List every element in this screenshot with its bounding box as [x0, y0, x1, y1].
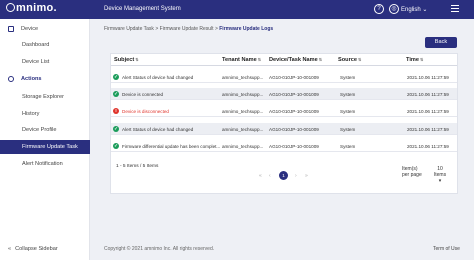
column-label: Tenant Name: [222, 57, 257, 63]
column-label: Subject: [114, 57, 135, 63]
table-row[interactable]: ! Device is disconnected amnimo_techsupp…: [111, 105, 457, 117]
page-button-current[interactable]: 1: [279, 171, 288, 180]
cell-tenant: amnimo_techsupp...: [222, 127, 264, 132]
terms-of-use-link[interactable]: Term of Use: [433, 246, 460, 252]
cell-tenant: amnimo_techsupp...: [222, 109, 264, 114]
table-row[interactable]: ✓ Alert Status of device had changed amn…: [111, 71, 457, 83]
logo-text: mnimo.: [16, 2, 57, 14]
collapse-label: Collapse Sidebar: [15, 246, 58, 252]
cell-time: 2021.10.06 11:27:59: [407, 144, 449, 149]
chevron-down-icon: ▾: [438, 178, 442, 184]
items-per-page-label: Item(s) per page: [402, 166, 422, 178]
sort-icon: ⇅: [257, 57, 262, 62]
success-icon: ✓: [113, 126, 119, 132]
sidebar-section-device[interactable]: Device: [0, 22, 90, 36]
cell-device: AG10-010JP-10-001009: [269, 75, 319, 80]
cell-source: System: [340, 144, 356, 149]
actions-icon: [8, 76, 14, 82]
success-icon: ✓: [113, 74, 119, 80]
cell-time: 2021.10.06 11:27:59: [407, 92, 449, 97]
success-icon: ✓: [113, 143, 119, 149]
language-label: English: [401, 7, 421, 13]
cell-source: System: [340, 127, 356, 132]
globe-icon[interactable]: ◎: [389, 4, 399, 14]
cell-subject: Firmware differential update has been co…: [122, 144, 220, 149]
sidebar-item-device-profile[interactable]: Device Profile: [0, 123, 90, 137]
cell-tenant: amnimo_techsupp...: [222, 92, 264, 97]
cell-device: AG10-010JP-10-001009: [269, 92, 319, 97]
column-header-tenant-name[interactable]: Tenant Name⇅: [222, 57, 261, 63]
sidebar-item-history[interactable]: History: [0, 107, 90, 121]
breadcrumb-link-firmware-update-task[interactable]: Firmware Update Task: [104, 26, 154, 32]
collapse-sidebar-button[interactable]: «Collapse Sidebar: [8, 246, 58, 252]
breadcrumb-current: Firmware Update Logs: [219, 26, 274, 32]
device-icon: [8, 26, 14, 32]
sort-icon: ⇅: [419, 57, 424, 62]
error-icon: !: [113, 108, 119, 114]
cell-time: 2021.10.06 11:27:59: [407, 109, 449, 114]
cell-subject: Alert Status of device had changed: [122, 127, 194, 132]
breadcrumb: Firmware Update Task > Firmware Update R…: [104, 26, 273, 32]
cell-tenant: amnimo_techsupp...: [222, 75, 264, 80]
sidebar-item-device-list[interactable]: Device List: [0, 55, 90, 69]
cell-device: AG10-010JP-10-001009: [269, 127, 319, 132]
sidebar-item-firmware-update-task[interactable]: Firmware Update Task: [0, 140, 90, 154]
column-label: Device/Task Name: [269, 57, 318, 63]
collapse-icon: «: [8, 246, 12, 252]
first-page-icon[interactable]: «: [259, 173, 262, 179]
sidebar-section-actions[interactable]: Actions: [0, 72, 90, 86]
cell-tenant: amnimo_techsupp...: [222, 144, 264, 149]
column-label: Source: [338, 57, 357, 63]
sidebar-item-dashboard[interactable]: Dashboard: [0, 38, 90, 52]
breadcrumb-separator: >: [155, 26, 159, 32]
sort-icon: ⇅: [135, 57, 139, 62]
cell-device: AG10-010JP-10-001009: [269, 144, 319, 149]
table-row[interactable]: ✓ Alert Status of device had changed amn…: [111, 123, 457, 135]
sort-icon: ⇅: [318, 57, 323, 62]
top-bar: mnimo. Device Management System ? ◎ Engl…: [0, 0, 474, 19]
success-icon: ✓: [113, 91, 119, 97]
cell-time: 2021.10.06 11:27:59: [407, 127, 449, 132]
chevron-down-icon: ⌄: [422, 7, 428, 13]
column-header-time[interactable]: Time⇅: [406, 57, 423, 63]
logo-mark: [6, 3, 15, 12]
table-row[interactable]: ✓ Firmware differential update has been …: [111, 140, 457, 152]
cell-source: System: [340, 75, 356, 80]
items-per-page-value: 10 Items: [433, 166, 447, 178]
next-page-icon[interactable]: ›: [295, 173, 297, 179]
items-count: 1 - 5 Items / 5 Items: [116, 164, 159, 169]
sidebar: Device Dashboard Device List Actions Sto…: [0, 19, 90, 260]
column-label: Time: [406, 57, 419, 63]
column-header-subject[interactable]: Subject⇅: [114, 57, 139, 63]
menu-icon[interactable]: [451, 5, 459, 13]
cell-source: System: [340, 92, 356, 97]
copyright: Copyright © 2021 amnimo Inc. All rights …: [104, 246, 215, 252]
back-button[interactable]: Back: [425, 37, 457, 48]
cell-device: AG10-010JP-10-001009: [269, 109, 319, 114]
language-selector[interactable]: English ⌄: [401, 6, 427, 13]
column-header-source[interactable]: Source⇅: [338, 57, 361, 63]
last-page-icon[interactable]: »: [305, 173, 308, 179]
items-per-page-select[interactable]: 10 Items ▾: [431, 166, 449, 184]
prev-page-icon[interactable]: ‹: [269, 173, 271, 179]
cell-subject: Alert Status of device had changed: [122, 75, 194, 80]
sort-icon: ⇅: [357, 57, 362, 62]
table-row[interactable]: ✓ Device is connected amnimo_techsupp...…: [111, 88, 457, 100]
logo[interactable]: mnimo.: [6, 2, 57, 14]
column-header-device-task-name[interactable]: Device/Task Name⇅: [269, 57, 322, 63]
cell-source: System: [340, 109, 356, 114]
help-icon[interactable]: ?: [374, 4, 384, 14]
system-name: Device Management System: [104, 6, 181, 12]
breadcrumb-link-firmware-update-result[interactable]: Firmware Update Result: [160, 26, 214, 32]
logs-panel: Subject⇅ Tenant Name⇅ Device/Task Name⇅ …: [110, 53, 458, 194]
cell-subject: Device is disconnected: [122, 109, 169, 114]
cell-time: 2021.10.06 11:27:59: [407, 75, 449, 80]
table-header: Subject⇅ Tenant Name⇅ Device/Task Name⇅ …: [111, 54, 457, 66]
sidebar-item-storage-explorer[interactable]: Storage Explorer: [0, 90, 90, 104]
cell-subject: Device is connected: [122, 92, 164, 97]
sidebar-item-alert-notification[interactable]: Alert Notification: [0, 157, 90, 171]
breadcrumb-separator: >: [214, 26, 218, 32]
